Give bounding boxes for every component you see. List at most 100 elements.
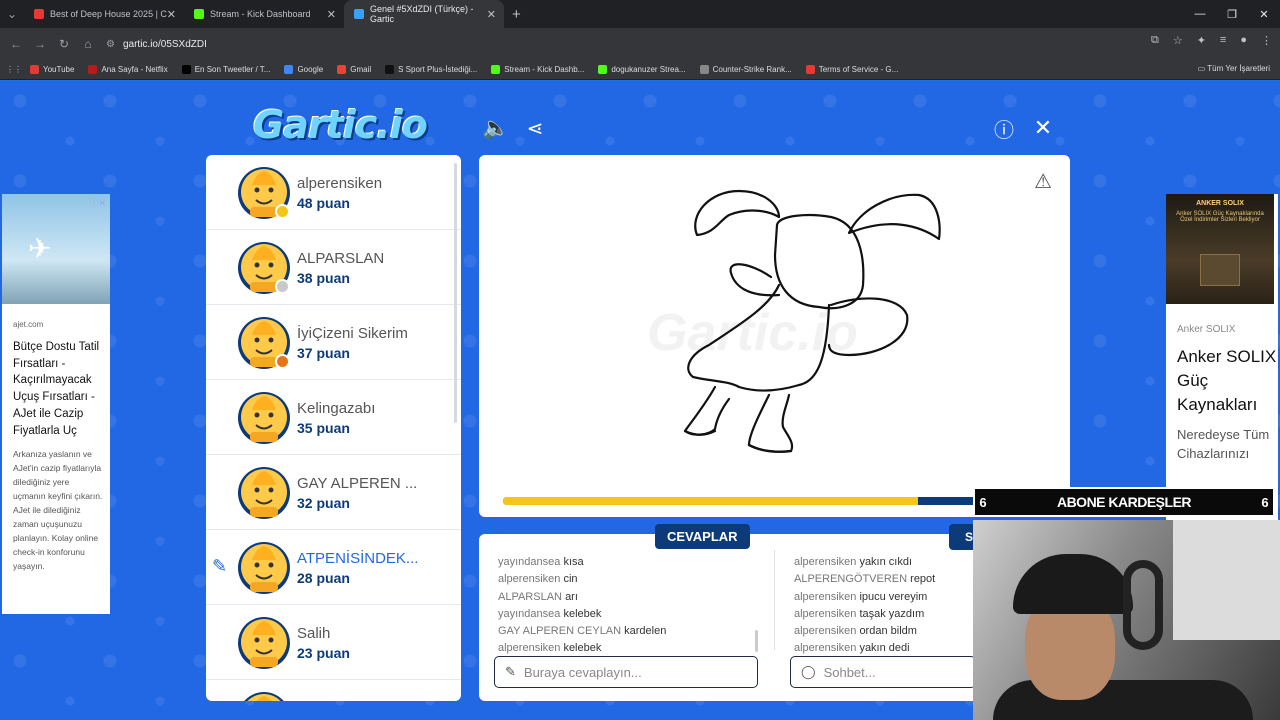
bookmark-item[interactable]: Ana Sayfa - Netflix: [88, 65, 168, 74]
tab-search-icon[interactable]: ⌄: [0, 7, 24, 21]
browser-tab[interactable]: Best of Deep House 2025 | C ✕: [24, 0, 184, 28]
site-info-icon[interactable]: ⚙: [106, 39, 115, 50]
tab-favicon: [354, 9, 364, 19]
avatar: [236, 238, 292, 296]
maximize-icon[interactable]: ❐: [1216, 0, 1248, 28]
player-name: alperensiken: [297, 175, 383, 192]
reload-icon[interactable]: ↻: [52, 37, 76, 51]
bookmark-label: Counter-Strike Rank...: [712, 65, 792, 74]
extensions-icon[interactable]: ✦: [1197, 34, 1206, 47]
drawing-canvas[interactable]: Gartic.io ⚠: [479, 155, 1070, 517]
menu-icon[interactable]: ⋮: [1261, 34, 1272, 47]
forward-icon[interactable]: →: [28, 37, 52, 51]
bookmark-favicon: [699, 65, 709, 74]
player-row[interactable]: Salih 23 puan: [206, 605, 461, 680]
ad-plane-image: ✈ ⓘ✕: [2, 194, 110, 304]
back-icon[interactable]: ←: [4, 37, 28, 51]
message-author: GAY ALPEREN CEYLAN: [498, 625, 622, 638]
player-name: Kelingazabı: [297, 400, 376, 417]
profile-icon[interactable]: ●: [1240, 34, 1247, 47]
chat-row: alperensiken yakın cıkdı: [794, 554, 935, 571]
close-window-icon[interactable]: ✕: [1248, 0, 1280, 28]
bookmark-item[interactable]: Counter-Strike Rank...: [699, 65, 792, 74]
player-score: 37 puan: [297, 345, 350, 361]
tab-strip: Best of Deep House 2025 | C ✕ Stream - Kic…: [24, 0, 504, 28]
home-icon[interactable]: ⌂: [76, 37, 100, 51]
tab-favicon: [34, 9, 44, 19]
all-bookmarks[interactable]: ▭ Tüm Yer İşaretleri: [1198, 64, 1270, 73]
media-icon[interactable]: ≡: [1220, 34, 1226, 47]
message-text: taşak yazdım: [859, 607, 925, 620]
chat-row: alperensiken ipucu vereyim: [794, 589, 935, 606]
player-row[interactable]: GAY ALPEREN ... 32 puan: [206, 455, 461, 530]
message-text: kelebek: [563, 607, 602, 620]
ad-domain: ajet.com: [13, 320, 44, 329]
bookmark-favicon: [598, 65, 608, 74]
answers-scrollbar[interactable]: [755, 630, 758, 652]
webcam-person-body: [993, 680, 1253, 720]
overlay-text: ABONE KARDEŞLER: [1056, 494, 1192, 510]
sound-icon[interactable]: 🔈: [482, 115, 509, 141]
all-bookmarks-label: Tüm Yer İşaretleri: [1207, 64, 1270, 73]
new-tab-icon[interactable]: +: [512, 6, 521, 23]
bookmark-favicon: [284, 65, 294, 74]
bookmark-item[interactable]: dogukanuzer Strea...: [598, 65, 686, 74]
message-author: alperensiken: [794, 642, 857, 655]
player-list-scrollbar[interactable]: [454, 163, 457, 423]
browser-tab[interactable]: Genel #5XdZDI (Türkçe) - Gartic ✕: [344, 0, 504, 28]
url-field[interactable]: ⚙ gartic.io/05SXdZDI: [100, 32, 1140, 56]
player-row[interactable]: Alperen: [206, 680, 461, 701]
ad-headline-right[interactable]: Anker SOLIX Güç Kaynakları: [1166, 335, 1278, 417]
answer-row: alperensiken cin: [498, 571, 666, 588]
bookmark-item[interactable]: Stream - Kick Dashb...: [491, 65, 584, 74]
ad-brand: Anker SOLIX: [1177, 324, 1236, 335]
rank-badge: [275, 354, 290, 369]
bookmark-star-icon[interactable]: ☆: [1173, 34, 1183, 47]
bookmark-item[interactable]: S Sport Plus-İstediği...: [385, 65, 477, 74]
message-author: alperensiken: [794, 590, 857, 603]
report-warning-icon[interactable]: ⚠: [1034, 169, 1052, 194]
stroke-body: [687, 283, 831, 392]
exit-icon[interactable]: ✕: [1030, 115, 1056, 141]
answers-tab[interactable]: CEVAPLAR: [655, 524, 750, 549]
tab-close-icon[interactable]: ✕: [167, 8, 176, 21]
tab-title: Best of Deep House 2025 | C: [50, 9, 167, 19]
player-row[interactable]: İyiÇizeni Sikerim 37 puan: [206, 305, 461, 380]
share-icon[interactable]: ⋖: [522, 115, 548, 141]
bookmark-item[interactable]: En Son Tweetler / T...: [181, 65, 270, 74]
bookmark-item[interactable]: Terms of Service - G...: [805, 65, 898, 74]
player-row[interactable]: ✎ ATPENİSİNDEK... 28 puan: [206, 530, 461, 605]
chat-input[interactable]: ◯ Sohbet...: [790, 656, 976, 688]
stroke-head: [773, 214, 865, 310]
rank-badge: [275, 204, 290, 219]
apps-icon[interactable]: ⋮⋮: [6, 65, 22, 74]
player-row[interactable]: alperensiken 48 puan: [206, 155, 461, 230]
info-icon[interactable]: ⓘ: [991, 115, 1017, 142]
bookmark-favicon: [337, 65, 347, 74]
minimize-icon[interactable]: —: [1184, 0, 1216, 28]
answer-input[interactable]: ✎ Buraya cevaplayın...: [494, 656, 758, 688]
player-row[interactable]: ALPARSLAN 38 puan: [206, 230, 461, 305]
message-text: ordan bildm: [859, 625, 917, 638]
browser-tab[interactable]: Stream - Kick Dashboard ✕: [184, 0, 344, 28]
bookmark-item[interactable]: Gmail: [337, 65, 371, 74]
bookmark-item[interactable]: Google: [284, 65, 323, 74]
player-row[interactable]: Kelingazabı 35 puan: [206, 380, 461, 455]
webcam-person-cap: [1013, 554, 1133, 614]
left-ad[interactable]: ✈ ⓘ✕ ajet.com Bütçe Dostu Tatil Fırsatla…: [2, 194, 110, 614]
tab-close-icon[interactable]: ✕: [327, 8, 336, 21]
pencil-icon: ✎: [505, 664, 516, 679]
gartic-logo[interactable]: Gartic.io: [253, 103, 428, 147]
bookmark-item[interactable]: YouTube: [30, 65, 74, 74]
tab-close-icon[interactable]: ✕: [487, 8, 496, 21]
install-icon[interactable]: ⧉: [1151, 34, 1159, 47]
stroke-right-ear: [847, 193, 941, 241]
message-author: alperensiken: [794, 625, 857, 638]
webcam-headset: [1123, 560, 1163, 650]
player-score: 35 puan: [297, 420, 350, 436]
chat-placeholder: Sohbet...: [823, 664, 876, 680]
stroke-left-ear: [694, 189, 781, 237]
ad-choices-icon[interactable]: ⓘ✕: [89, 196, 106, 209]
answer-placeholder: Buraya cevaplayın...: [523, 664, 642, 680]
ad-headline[interactable]: Bütçe Dostu Tatil Fırsatları - Kaçırılma…: [2, 329, 110, 439]
